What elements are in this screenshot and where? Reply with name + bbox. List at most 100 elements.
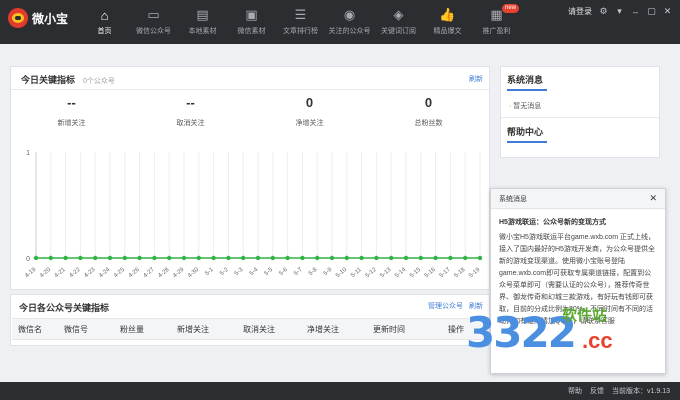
stat-new-follow: -- 新增关注 — [12, 94, 131, 138]
nav-item-label: 关键词订阅 — [381, 28, 416, 35]
data-point — [152, 255, 157, 261]
login-link[interactable]: 请登录 — [568, 6, 592, 17]
nav-item-8[interactable]: ▦ 推广盈利 new — [472, 0, 521, 44]
data-point — [285, 255, 290, 261]
stat-label: 净增关注 — [295, 120, 324, 127]
x-tick-label: 5-1 — [204, 267, 215, 278]
version-text: 当前版本：v1.9.13 — [612, 388, 670, 395]
data-point — [93, 255, 98, 261]
manage-accounts-link[interactable]: 管理公众号 — [428, 301, 463, 311]
data-point — [389, 255, 394, 261]
x-tick-label: 5-12 — [365, 267, 379, 280]
column-header[interactable]: 粉丝量 — [104, 324, 160, 335]
nav-item-7[interactable]: 👍 精品爆文 — [423, 0, 472, 44]
help-link[interactable]: 帮助 — [568, 386, 582, 396]
stat-label: 新增关注 — [57, 120, 86, 127]
nav-item-5[interactable]: ◉ 关注的公众号 — [325, 0, 374, 44]
data-point — [448, 255, 453, 261]
new-badge: new — [501, 4, 519, 13]
nav-item-1[interactable]: ▭ 微信公众号 — [129, 0, 178, 44]
x-tick-label: 5-5 — [264, 267, 275, 278]
nav-item-6[interactable]: ◈ 关键词订阅 — [374, 0, 423, 44]
close-icon[interactable]: ✕ — [663, 6, 672, 16]
nav-item-label: 本地素材 — [188, 28, 217, 35]
nav-item-label: 文章排行榜 — [283, 28, 318, 35]
nav-item-label: 首页 — [97, 28, 112, 35]
x-tick-label: 5-10 — [335, 267, 349, 280]
data-point — [122, 255, 128, 261]
popup-title: 系统消息 — [499, 195, 527, 203]
stat-value: -- — [67, 95, 76, 110]
image-icon: ▣ — [245, 7, 258, 22]
news-empty-text: · 暂无消息 — [509, 103, 542, 110]
data-point — [107, 255, 113, 261]
data-point — [63, 255, 68, 261]
popup-heading: H5游戏联运：公众号新的变现方式 — [499, 219, 606, 226]
data-point — [78, 255, 83, 261]
data-point — [329, 255, 335, 261]
nav-item-2[interactable]: ▤ 本地素材 — [178, 0, 227, 44]
home-icon: ⌂ — [100, 7, 109, 23]
chat-icon: ◉ — [343, 7, 356, 22]
data-point — [137, 255, 142, 261]
shield-icon: ◈ — [393, 7, 404, 22]
data-point — [359, 255, 364, 261]
nav-item-0[interactable]: ⌂ 首页 — [80, 0, 129, 44]
x-tick-label: 4-25 — [113, 267, 127, 280]
x-tick-label: 5-2 — [219, 267, 230, 278]
data-point — [433, 255, 438, 261]
minimize-icon[interactable]: – — [631, 7, 640, 17]
system-news-title: 系统消息 — [507, 75, 544, 85]
stat-value: -- — [186, 95, 195, 110]
nav-item-4[interactable]: ☰ 文章排行榜 — [276, 0, 325, 44]
watermark-label: 软件站 — [562, 307, 608, 324]
maximize-icon[interactable]: ▢ — [647, 6, 656, 16]
data-point — [196, 255, 201, 261]
divider — [11, 89, 489, 90]
app-name: 微小宝 — [32, 11, 69, 26]
column-header[interactable]: 微信号 — [48, 324, 104, 335]
column-header[interactable]: 更新时间 — [354, 324, 424, 335]
x-tick-label: 5-9 — [323, 267, 334, 278]
x-tick-label: 5-18 — [453, 267, 467, 280]
monitor-icon: ▭ — [147, 7, 160, 22]
x-tick-label: 5-19 — [468, 267, 482, 280]
column-header[interactable]: 取消关注 — [226, 324, 292, 335]
data-point — [344, 255, 349, 261]
folder-icon: ▤ — [196, 7, 209, 22]
overview-refresh-link[interactable]: 刷新 — [469, 74, 483, 84]
chevron-down-icon[interactable]: ▾ — [615, 6, 624, 16]
data-point — [270, 255, 275, 261]
nav-item-label: 微信素材 — [237, 28, 266, 35]
help-center-title[interactable]: 帮助中心 — [507, 125, 547, 138]
status-bar: 帮助 反馈 当前版本：v1.9.13 — [0, 382, 680, 400]
data-point — [315, 255, 320, 261]
data-point — [403, 255, 409, 261]
main-nav: ⌂ 首页 ▭ 微信公众号 ▤ 本地素材 ▣ 微信素材 ☰ 文章排行榜 ◉ 关注的公众号 ◈ 关键词订阅 👍 精… — [80, 0, 521, 44]
gear-icon[interactable]: ⚙ — [599, 6, 608, 16]
x-tick-label: 5-8 — [308, 267, 319, 278]
data-point — [418, 255, 423, 261]
top-nav-bar: 微小宝 ⌂ 首页 ▭ 微信公众号 ▤ 本地素材 ▣ 微信素材 ☰ 文章排行榜 ◉ 关注的公众号 ◈ 关键词… — [0, 0, 680, 44]
column-header[interactable]: 微信名 — [12, 324, 48, 335]
data-point — [477, 255, 483, 261]
x-tick-label: 4-28 — [157, 267, 171, 280]
x-tick-label: 5-13 — [379, 267, 393, 280]
column-header[interactable]: 净增关注 — [292, 324, 354, 335]
x-tick-label: 5-15 — [409, 267, 423, 280]
site-watermark: 3322 软件站 .cc — [466, 302, 656, 364]
column-header[interactable]: 新增关注 — [160, 324, 226, 335]
data-point — [48, 255, 53, 261]
app-logo[interactable]: 微小宝 — [8, 8, 68, 28]
nav-item-label: 精品爆文 — [433, 28, 462, 35]
window-controls: 请登录 ⚙ ▾ – ▢ ✕ — [568, 6, 672, 17]
nav-item-3[interactable]: ▣ 微信素材 — [227, 0, 276, 44]
divider — [501, 117, 659, 118]
nav-item-label: 微信公众号 — [136, 28, 171, 35]
feedback-link[interactable]: 反馈 — [590, 386, 604, 396]
data-point — [167, 255, 172, 261]
close-icon[interactable]: ✕ — [649, 193, 657, 204]
x-tick-label: 4-30 — [187, 267, 201, 280]
logo-icon — [8, 8, 28, 28]
x-tick-label: 4-24 — [98, 267, 112, 280]
